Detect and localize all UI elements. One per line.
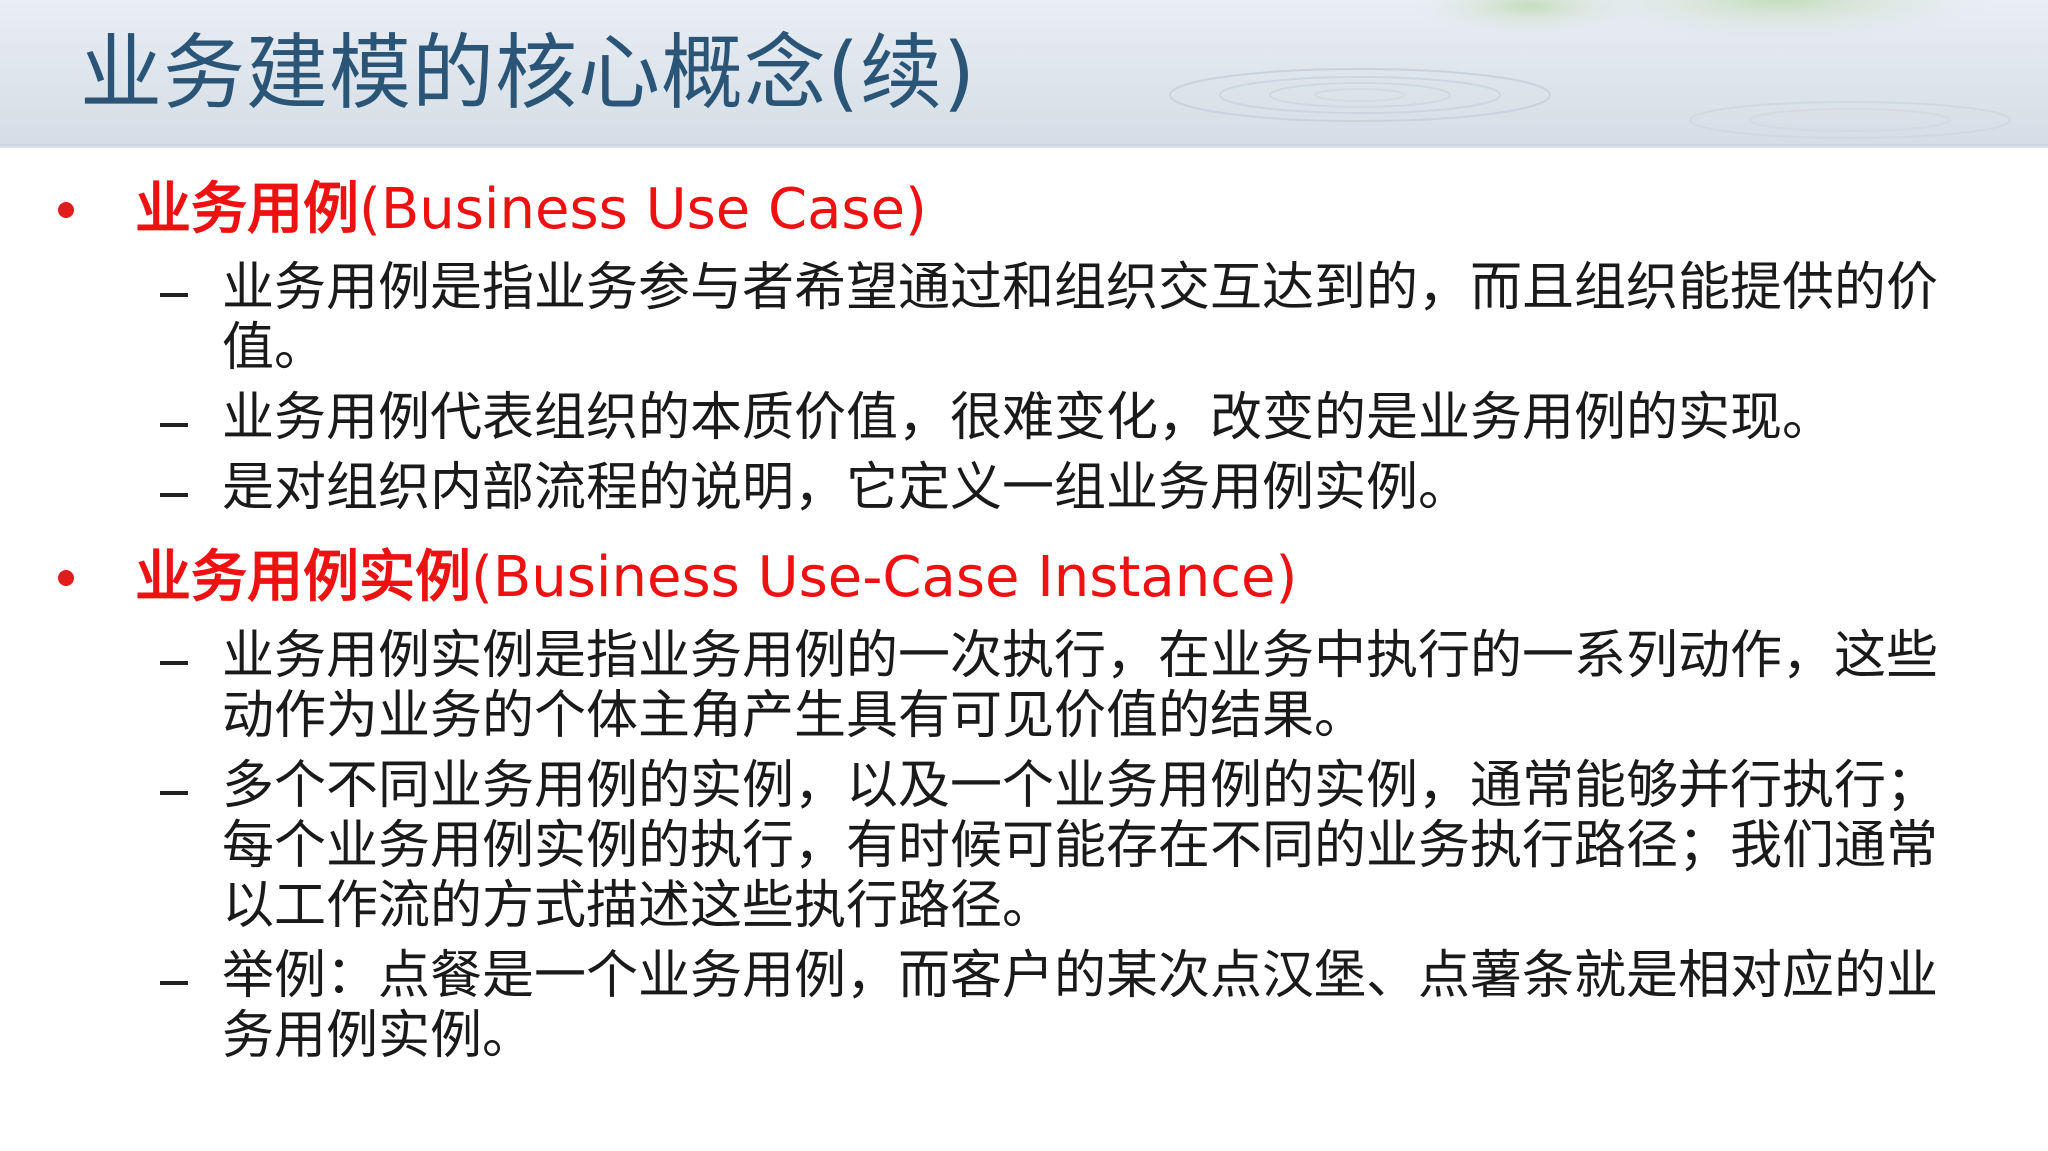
sub-item-text: 业务用例是指业务参与者希望通过和组织交互达到的，而且组织能提供的价值。 bbox=[222, 258, 1939, 378]
bullet-business-use-case-instance: 业务用例实例(Business Use-Case Instance) bbox=[0, 538, 2048, 618]
dash-marker bbox=[160, 981, 188, 985]
slide-title: 业务建模的核心概念(续) bbox=[80, 26, 976, 121]
sub-item-text: 是对组织内部流程的说明，它定义一组业务用例实例。 bbox=[222, 458, 1471, 518]
slide-header: 业务建模的核心概念(续) bbox=[0, 0, 2048, 148]
bullet-heading: 业务用例(Business Use Case) bbox=[135, 175, 927, 245]
bullet-dot bbox=[58, 202, 74, 218]
sub-item-text: 业务用例实例是指业务用例的一次执行，在业务中执行的一系列动作，这些动作为业务的个… bbox=[222, 626, 1939, 746]
header-divider bbox=[0, 144, 2048, 148]
dash-marker bbox=[160, 493, 188, 497]
sub-item-text: 多个不同业务用例的实例，以及一个业务用例的实例，通常能够并行执行；每个业务用例实… bbox=[222, 756, 1939, 936]
heading-en: (Business Use Case) bbox=[359, 177, 927, 242]
dash-marker bbox=[160, 293, 188, 297]
dash-marker bbox=[160, 661, 188, 665]
dash-marker bbox=[160, 423, 188, 427]
bullet-dot bbox=[58, 570, 74, 586]
bullet-business-use-case: 业务用例(Business Use Case) bbox=[0, 170, 2048, 250]
heading-cn: 业务用例实例 bbox=[135, 545, 471, 610]
sub-item-text: 业务用例代表组织的本质价值，很难变化，改变的是业务用例的实现。 bbox=[222, 388, 1835, 448]
sub-item-text: 举例：点餐是一个业务用例，而客户的某次点汉堡、点薯条就是相对应的业务用例实例。 bbox=[222, 946, 1939, 1066]
heading-cn: 业务用例 bbox=[135, 177, 359, 242]
dash-marker bbox=[160, 791, 188, 795]
bullet-heading: 业务用例实例(Business Use-Case Instance) bbox=[135, 543, 1297, 613]
heading-en: (Business Use-Case Instance) bbox=[471, 545, 1298, 610]
